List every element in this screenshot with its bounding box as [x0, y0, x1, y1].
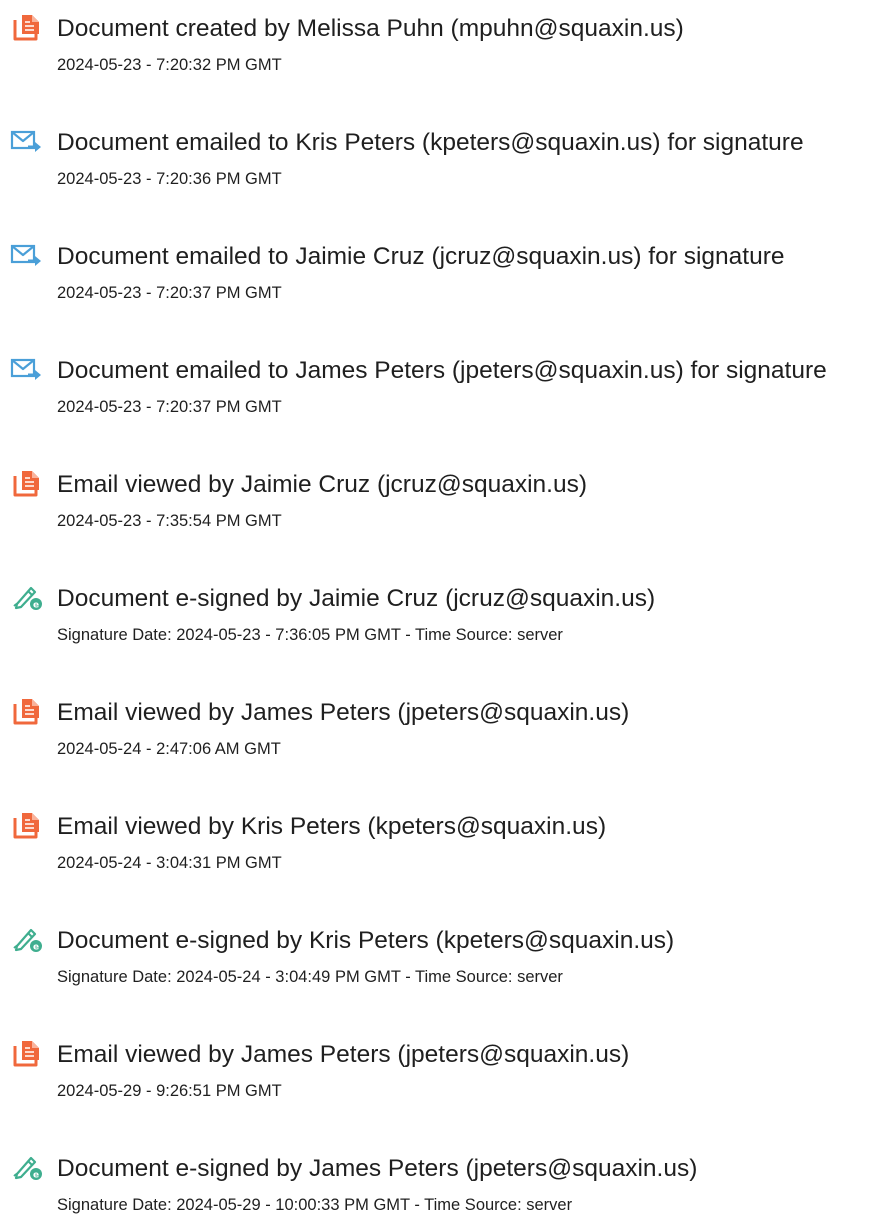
document-icon: [13, 471, 39, 497]
audit-event: e Document e-signed by James Peters (jpe…: [0, 1152, 895, 1232]
email-sent-icon: [10, 244, 41, 266]
event-timestamp: Signature Date: 2024-05-29 - 10:00:33 PM…: [57, 1196, 573, 1214]
event-title: Document e-signed by Kris Peters (kpeter…: [57, 927, 675, 954]
document-icon: [13, 699, 39, 725]
event-timestamp: 2024-05-23 - 7:20:37 PM GMT: [57, 398, 282, 416]
audit-trail-list: Document created by Melissa Puhn (mpuhn@…: [0, 0, 895, 1224]
audit-event: Document emailed to Jaimie Cruz (jcruz@s…: [0, 240, 895, 320]
event-title: Document emailed to Jaimie Cruz (jcruz@s…: [57, 243, 785, 270]
audit-event: Email viewed by James Peters (jpeters@sq…: [0, 696, 895, 776]
audit-event: Email viewed by Jaimie Cruz (jcruz@squax…: [0, 468, 895, 548]
event-title: Email viewed by Jaimie Cruz (jcruz@squax…: [57, 471, 588, 498]
esign-pen-icon: e: [13, 586, 42, 611]
audit-event: Document emailed to Kris Peters (kpeters…: [0, 126, 895, 206]
event-timestamp: 2024-05-23 - 7:35:54 PM GMT: [57, 512, 282, 530]
event-title: Email viewed by Kris Peters (kpeters@squ…: [57, 813, 607, 840]
event-timestamp: 2024-05-23 - 7:20:37 PM GMT: [57, 284, 282, 302]
event-title: Document created by Melissa Puhn (mpuhn@…: [57, 15, 684, 42]
esign-pen-icon: e: [13, 1156, 42, 1181]
document-icon: [13, 15, 39, 41]
svg-text:e: e: [33, 943, 39, 953]
email-sent-icon: [10, 130, 41, 152]
document-icon: [13, 813, 39, 839]
audit-event: Email viewed by Kris Peters (kpeters@squ…: [0, 810, 895, 890]
document-icon: [13, 1041, 39, 1067]
event-title: Document emailed to James Peters (jpeter…: [57, 357, 827, 384]
audit-event: Document emailed to James Peters (jpeter…: [0, 354, 895, 434]
event-timestamp: 2024-05-24 - 3:04:31 PM GMT: [57, 854, 282, 872]
event-title: Email viewed by James Peters (jpeters@sq…: [57, 1041, 630, 1068]
esign-pen-icon: e: [13, 928, 42, 953]
event-title: Email viewed by James Peters (jpeters@sq…: [57, 699, 630, 726]
event-timestamp: 2024-05-23 - 7:20:36 PM GMT: [57, 170, 282, 188]
event-timestamp: Signature Date: 2024-05-24 - 3:04:49 PM …: [57, 968, 563, 986]
event-title: Document e-signed by James Peters (jpete…: [57, 1155, 698, 1182]
audit-event: e Document e-signed by Kris Peters (kpet…: [0, 924, 895, 1004]
audit-event: e Document e-signed by Jaimie Cruz (jcru…: [0, 582, 895, 662]
event-timestamp: 2024-05-23 - 7:20:32 PM GMT: [57, 56, 282, 74]
event-title: Document e-signed by Jaimie Cruz (jcruz@…: [57, 585, 656, 612]
svg-text:e: e: [33, 1171, 39, 1181]
audit-event: Document created by Melissa Puhn (mpuhn@…: [0, 12, 895, 92]
event-title: Document emailed to Kris Peters (kpeters…: [57, 129, 804, 156]
event-timestamp: Signature Date: 2024-05-23 - 7:36:05 PM …: [57, 626, 563, 644]
email-sent-icon: [10, 358, 41, 380]
event-timestamp: 2024-05-24 - 2:47:06 AM GMT: [57, 740, 281, 758]
svg-text:e: e: [33, 601, 39, 611]
event-timestamp: 2024-05-29 - 9:26:51 PM GMT: [57, 1082, 282, 1100]
audit-event: Email viewed by James Peters (jpeters@sq…: [0, 1038, 895, 1118]
